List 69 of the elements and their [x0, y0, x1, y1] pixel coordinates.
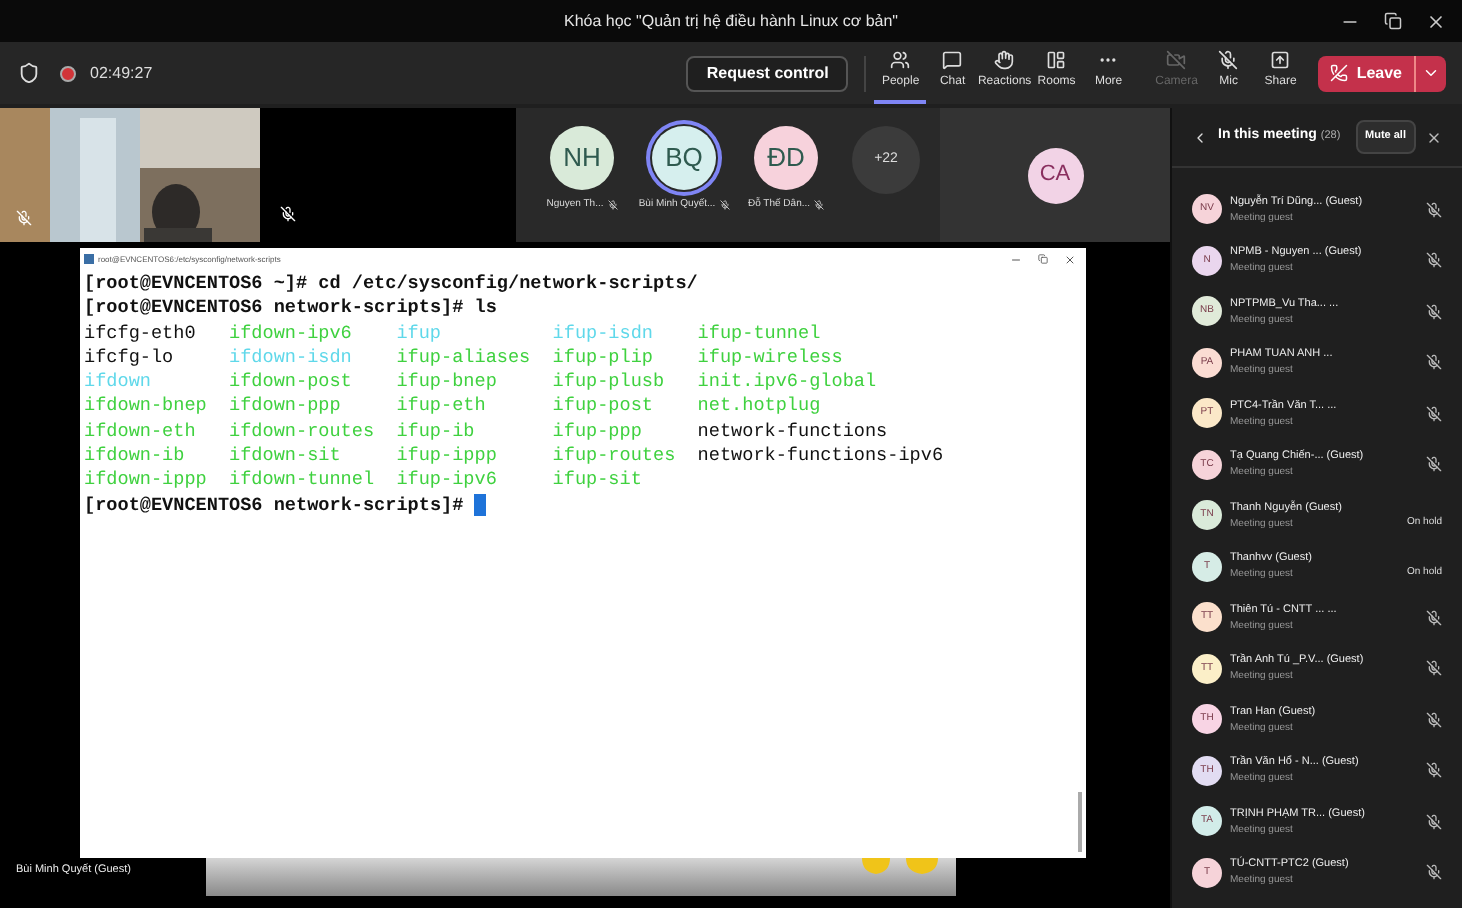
- file-name: ifdown-ib: [84, 444, 185, 469]
- terminal-prompt: [root@EVNCENTOS6 network-scripts]#: [84, 493, 464, 518]
- restore-icon[interactable]: [1384, 12, 1402, 30]
- terminal-cursor: [474, 494, 487, 517]
- leave-button[interactable]: Leave: [1318, 55, 1446, 91]
- phone-icon: [1330, 64, 1349, 82]
- people-icon: [890, 50, 911, 70]
- close-icon[interactable]: [1064, 253, 1076, 265]
- chat-icon: [942, 50, 963, 70]
- meeting-timer: 02:49:27: [90, 61, 153, 85]
- mic-off-icon: [1218, 50, 1239, 70]
- file-name: ifdown-tunnel: [229, 468, 375, 494]
- avatar[interactable]: BQ: [652, 126, 716, 190]
- terminal-line: [root@EVNCENTOS6 network-scripts]# ls: [84, 296, 497, 322]
- caret-icon: [1422, 64, 1440, 82]
- file-name: ifdown-routes: [229, 419, 375, 445]
- file-name: ifdown-bnep: [84, 394, 207, 420]
- file-name: ifup-wireless: [697, 345, 843, 371]
- camera-off-icon: [1166, 50, 1187, 70]
- file-name: ifcfg-lo: [84, 345, 174, 371]
- file-name: ifup-aliases: [396, 345, 531, 371]
- file-name: ifdown-ipv6: [229, 321, 352, 346]
- file-name: ifup-plusb: [552, 370, 665, 395]
- shield-icon: [18, 62, 40, 84]
- avatar[interactable]: ĐD: [754, 126, 818, 190]
- file-name: ifup-isdn: [552, 321, 653, 346]
- recording-icon: [60, 65, 76, 81]
- file-name: ifdown-sit: [229, 444, 341, 469]
- file-name: ifdown-post: [229, 370, 352, 395]
- mic-off-icon: [607, 200, 618, 211]
- avatar[interactable]: NH: [550, 126, 614, 190]
- file-name: ifdown-ippp: [84, 468, 207, 494]
- terminal-line: [root@EVNCENTOS6 ~]# cd /etc/sysconfig/network-scripts/: [84, 272, 698, 297]
- back-icon[interactable]: [1192, 129, 1208, 145]
- file-name: net.hotplug: [697, 394, 821, 420]
- request-control-button[interactable]: Request control: [686, 55, 849, 91]
- mic-off-icon: [814, 200, 825, 211]
- file-name: init.ipv6-global: [697, 370, 877, 395]
- terminal-icon: [84, 254, 94, 264]
- mic-off-icon: [280, 206, 296, 222]
- mic-off-icon: [719, 200, 730, 211]
- mic-off-icon: [16, 210, 32, 226]
- file-name: ifup-ippp: [396, 444, 497, 469]
- file-name: ifdown-ppp: [229, 394, 341, 420]
- rooms-icon: [1046, 50, 1067, 70]
- close-icon[interactable]: [1426, 129, 1442, 145]
- hand-icon: [994, 50, 1015, 70]
- file-name: ifup-ib: [396, 419, 475, 445]
- avatar: CA: [1027, 147, 1083, 203]
- file-name: ifup-plip: [552, 345, 653, 371]
- close-icon[interactable]: [1426, 11, 1446, 31]
- file-name: ifup: [396, 321, 442, 346]
- file-name: network-functions-ipv6: [697, 444, 944, 469]
- file-name: ifup-routes: [552, 444, 676, 469]
- file-name: ifup-sit: [552, 468, 642, 494]
- window-title: Khóa học "Quản trị hệ điều hành Linux cơ bản": [563, 9, 899, 33]
- figure-drawing: [862, 858, 942, 876]
- file-name: ifdown: [84, 370, 151, 395]
- file-name: ifup-ppp: [552, 419, 642, 445]
- file-name: ifup-bnep: [396, 370, 497, 395]
- file-name: ifup-tunnel: [697, 321, 821, 346]
- file-name: ifup-post: [552, 394, 653, 420]
- file-name: ifup-ipv6: [396, 468, 497, 494]
- share-icon: [1270, 50, 1291, 70]
- file-name: ifup-eth: [396, 394, 486, 420]
- file-name: ifcfg-eth0: [84, 321, 196, 346]
- file-name: network-functions: [697, 419, 888, 445]
- file-name: ifdown-eth: [84, 419, 196, 445]
- file-name: ifdown-isdn: [229, 345, 352, 371]
